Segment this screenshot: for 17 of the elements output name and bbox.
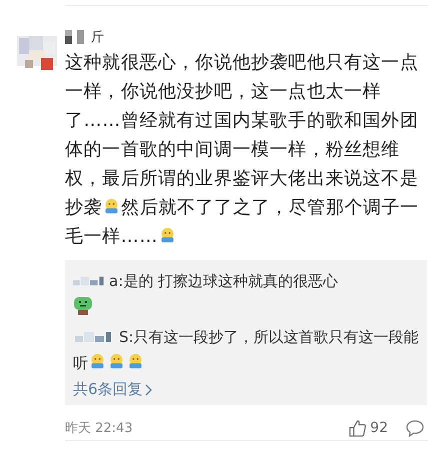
laughing-emoji-icon — [159, 227, 176, 244]
blurred-name-icon — [65, 30, 87, 44]
laughing-emoji-icon — [127, 353, 144, 370]
comment-button[interactable] — [406, 420, 424, 436]
reply-text: a:是的 打擦边球这种就真的很恶心 — [73, 268, 419, 320]
reply-text: S:只有这一段抄了，所以这首歌只有这一段能听 — [73, 327, 419, 374]
more-replies-link[interactable]: 共6条回复 — [73, 380, 153, 399]
thumbs-up-icon — [349, 420, 366, 436]
comment-text: 这种就很恶心，你说他抄袭吧他只有这一点一样，你说他没抄吧，这一点也太一样了……曾经就有过国内某歌手的歌和国外团体的一首歌的中间调一模一样，粉丝想维权，最后所谓的业界鉴评大佬出来说这不是抄袭 然后就不了了之了，尽管那个调子一毛一样…… — [65, 51, 420, 249]
username[interactable]: 斤 — [91, 28, 104, 46]
laughing-emoji-icon — [103, 198, 120, 215]
comment-time: 昨天 22:43 — [65, 420, 133, 437]
laughing-emoji-icon — [89, 353, 106, 370]
laughing-emoji-icon — [108, 353, 125, 370]
like-button[interactable]: 92 — [349, 420, 388, 436]
chevron-right-icon — [144, 384, 153, 396]
sick-emoji-icon — [73, 296, 93, 316]
